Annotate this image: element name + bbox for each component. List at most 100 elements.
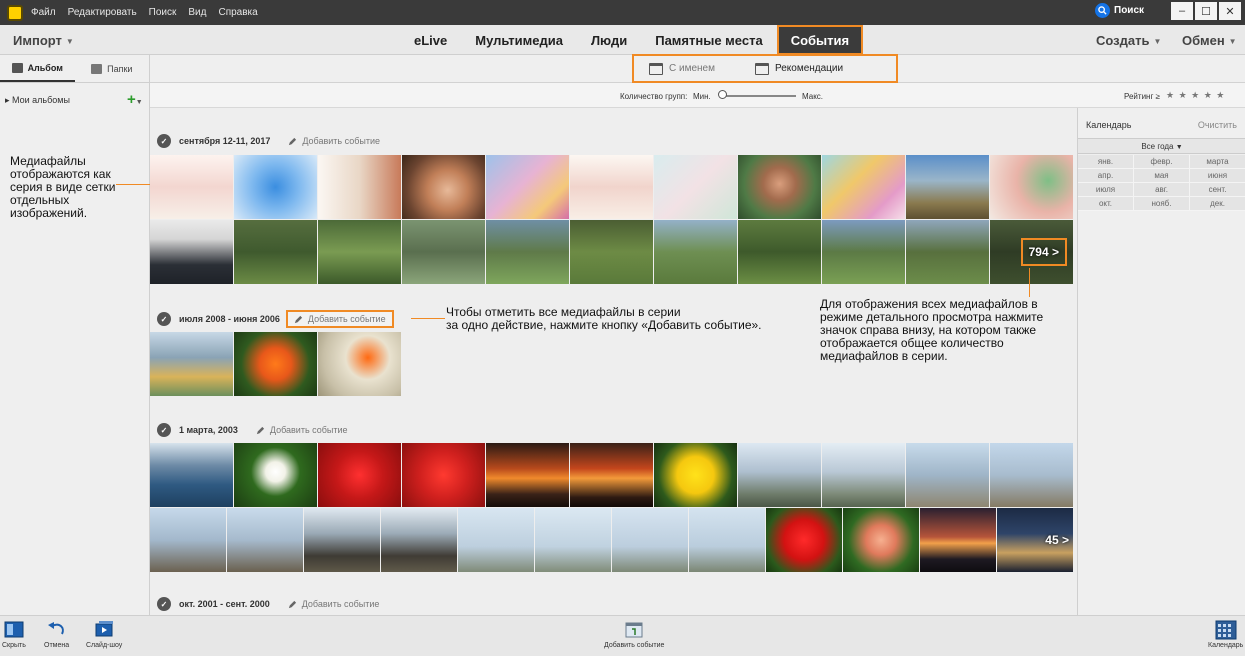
subtab-named[interactable]: С именем (649, 62, 715, 75)
slideshow-button[interactable]: Слайд-шоу (86, 620, 122, 649)
photo-tile[interactable] (402, 155, 485, 219)
tab-elive[interactable]: eLive (400, 25, 461, 55)
close-button[interactable]: ✕ (1219, 2, 1241, 20)
add-event-button[interactable]: Добавить событие (288, 136, 380, 146)
event-count-badge[interactable]: 45 > (1045, 533, 1069, 547)
photo-tile[interactable] (689, 508, 765, 572)
my-albums-toggle[interactable]: ▸ Мои альбомы (5, 95, 70, 106)
photo-tile[interactable] (920, 508, 996, 572)
tab-album[interactable]: Альбом (0, 55, 75, 82)
calendar-button[interactable]: Календарь (1208, 620, 1243, 649)
menu-find[interactable]: Поиск (149, 7, 177, 18)
minimize-button[interactable]: – (1171, 2, 1193, 20)
photo-tile[interactable] (318, 332, 401, 396)
tab-people[interactable]: Люди (577, 25, 641, 55)
search-button[interactable]: Поиск (1095, 3, 1144, 18)
photo-tile-more[interactable]: 794 > (990, 220, 1073, 284)
photo-tile[interactable] (381, 508, 457, 572)
photo-tile[interactable] (843, 508, 919, 572)
check-icon[interactable]: ✓ (157, 312, 171, 326)
photo-tile[interactable] (570, 155, 653, 219)
photo-tile[interactable] (318, 443, 401, 507)
tab-places[interactable]: Памятные места (641, 25, 776, 55)
month-cell[interactable]: сент. (1190, 183, 1245, 197)
group-count-slider[interactable] (722, 95, 796, 97)
photo-tile[interactable] (318, 220, 401, 284)
add-event-button[interactable]: Добавить событие (285, 310, 394, 328)
photo-tile[interactable] (304, 508, 380, 572)
photo-tile[interactable] (612, 508, 688, 572)
menu-view[interactable]: Вид (188, 7, 206, 18)
photo-tile[interactable] (150, 508, 226, 572)
menu-help[interactable]: Справка (218, 7, 257, 18)
photo-tile[interactable] (150, 332, 233, 396)
add-album-button[interactable]: +▼ (127, 91, 143, 108)
hide-panel-button[interactable]: Скрыть (2, 620, 26, 649)
menu-file[interactable]: Файл (31, 7, 56, 18)
photo-tile-more[interactable]: 45 > (997, 508, 1073, 572)
photo-tile[interactable] (906, 155, 989, 219)
photo-tile[interactable] (738, 443, 821, 507)
photo-tile[interactable] (738, 155, 821, 219)
year-selector[interactable]: Все года ▼ (1078, 138, 1245, 154)
photo-tile[interactable] (486, 155, 569, 219)
photo-tile[interactable] (990, 443, 1073, 507)
photo-tile[interactable] (822, 220, 905, 284)
add-event-bottom-button[interactable]: Добавить событие (604, 620, 664, 649)
photo-tile[interactable] (402, 220, 485, 284)
month-cell[interactable]: марта (1190, 155, 1245, 169)
photo-tile[interactable] (458, 508, 534, 572)
create-button[interactable]: Создать ▼ (1096, 33, 1161, 48)
month-cell[interactable]: янв. (1078, 155, 1134, 169)
photo-tile[interactable] (738, 220, 821, 284)
photo-tile[interactable] (486, 443, 569, 507)
event-count-badge[interactable]: 794 > (1020, 238, 1067, 266)
photo-tile[interactable] (402, 443, 485, 507)
month-cell[interactable]: дек. (1190, 197, 1245, 211)
calendar-clear-button[interactable]: Очистить (1198, 120, 1237, 130)
month-cell[interactable]: февр. (1134, 155, 1190, 169)
check-icon[interactable]: ✓ (157, 597, 171, 611)
photo-tile[interactable] (150, 220, 233, 284)
tab-events[interactable]: События (776, 25, 864, 55)
maximize-button[interactable]: ☐ (1195, 2, 1217, 20)
photo-tile[interactable] (150, 155, 233, 219)
slider-thumb[interactable] (718, 90, 727, 99)
photo-tile[interactable] (150, 443, 233, 507)
photo-tile[interactable] (766, 508, 842, 572)
menu-edit[interactable]: Редактировать (68, 7, 137, 18)
photo-tile[interactable] (654, 155, 737, 219)
photo-tile[interactable] (654, 443, 737, 507)
photo-tile[interactable] (234, 220, 317, 284)
photo-tile[interactable] (234, 155, 317, 219)
tab-media[interactable]: Мультимедиа (461, 25, 577, 55)
photo-tile[interactable] (822, 155, 905, 219)
subtab-suggested[interactable]: Рекомендации (754, 62, 843, 75)
add-event-button[interactable]: Добавить событие (288, 599, 379, 609)
photo-tile[interactable] (822, 443, 905, 507)
photo-tile[interactable] (234, 443, 317, 507)
photo-tile[interactable] (234, 332, 317, 396)
month-cell[interactable]: апр. (1078, 169, 1134, 183)
photo-tile[interactable] (654, 220, 737, 284)
photo-tile[interactable] (227, 508, 303, 572)
check-icon[interactable]: ✓ (157, 423, 171, 437)
rating-stars[interactable]: ★ ★ ★ ★ ★ (1166, 90, 1225, 101)
check-icon[interactable]: ✓ (157, 134, 171, 148)
photo-tile[interactable] (906, 220, 989, 284)
tab-folders[interactable]: Папки (75, 55, 150, 82)
share-button[interactable]: Обмен ▼ (1182, 33, 1237, 48)
import-button[interactable]: Импорт ▼ (13, 33, 74, 48)
photo-tile[interactable] (570, 443, 653, 507)
month-cell[interactable]: окт. (1078, 197, 1134, 211)
photo-tile[interactable] (318, 155, 401, 219)
month-cell[interactable]: нояб. (1134, 197, 1190, 211)
photo-tile[interactable] (570, 220, 653, 284)
photo-tile[interactable] (906, 443, 989, 507)
month-cell[interactable]: июля (1078, 183, 1134, 197)
month-cell[interactable]: авг. (1134, 183, 1190, 197)
photo-tile[interactable] (535, 508, 611, 572)
month-cell[interactable]: июня (1190, 169, 1245, 183)
undo-button[interactable]: Отмена (44, 620, 69, 649)
month-cell[interactable]: мая (1134, 169, 1190, 183)
